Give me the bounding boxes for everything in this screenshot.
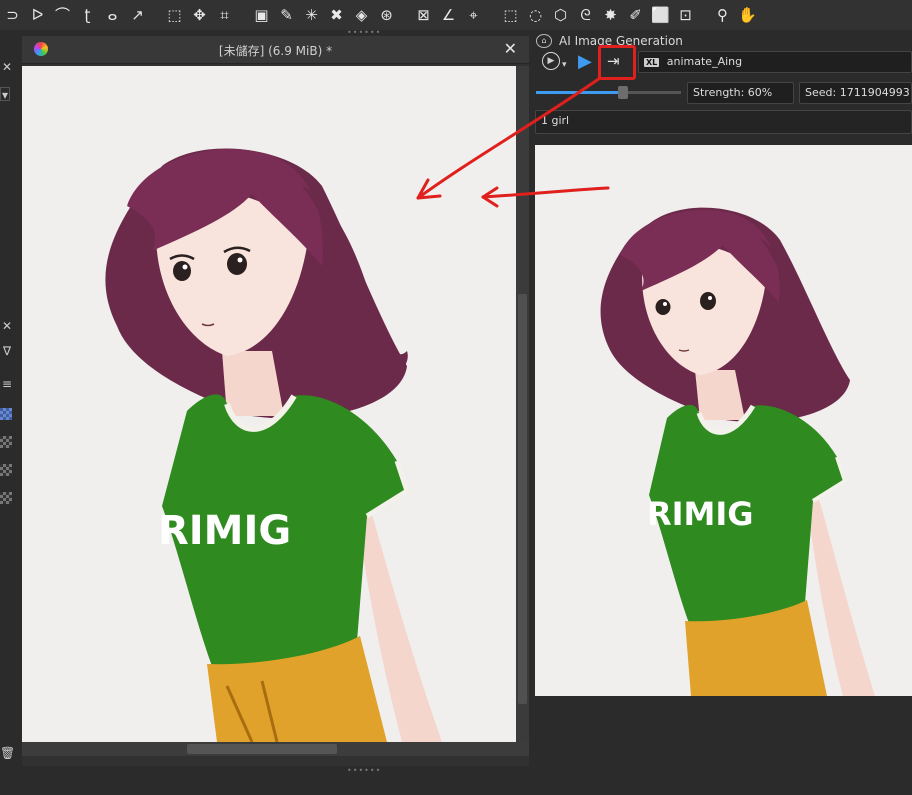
prompt-input[interactable]: 1 girl — [535, 110, 912, 134]
pan-icon[interactable]: ✋ — [737, 5, 758, 26]
reference-image-icon[interactable]: ⌖ — [463, 5, 484, 26]
close-docker-icon-2[interactable]: ✕ — [0, 319, 14, 333]
model-badge: XL — [644, 58, 660, 67]
polyline-icon[interactable]: ᐅ — [27, 5, 48, 26]
model-name: animate_Aing — [666, 55, 743, 68]
layer-thumb-selected[interactable] — [0, 408, 12, 420]
filter-icon[interactable]: ∇ — [0, 344, 14, 358]
layer-thumb[interactable] — [0, 492, 12, 504]
trash-icon[interactable]: 🗑 — [0, 746, 15, 760]
freehand-select-icon[interactable]: ᘓ — [575, 5, 596, 26]
docker-dropdown-icon[interactable]: ▾ — [0, 87, 10, 102]
generate-button[interactable]: ▶ — [578, 51, 592, 72]
measure-icon[interactable]: ∠ — [438, 5, 459, 26]
scrollbar-thumb[interactable] — [518, 294, 527, 704]
contiguous-select-icon[interactable]: ✸ — [600, 5, 621, 26]
mode-dropdown-icon[interactable]: ▾ — [562, 60, 567, 70]
strength-slider-handle[interactable] — [618, 86, 628, 99]
live-mode-icon[interactable]: ▶ — [542, 52, 560, 70]
fill-bucket-icon[interactable]: ◈ — [351, 5, 372, 26]
color-picker-icon[interactable]: ✎ — [276, 5, 297, 26]
horizontal-scrollbar[interactable] — [22, 742, 529, 756]
close-document-icon[interactable]: ✕ — [504, 39, 517, 58]
lock-icon[interactable]: ⌂ — [536, 34, 552, 48]
strength-slider-fill — [536, 91, 623, 94]
menu-icon[interactable]: ≡ — [0, 377, 14, 391]
assistant-icon[interactable]: ⊠ — [413, 5, 434, 26]
canvas[interactable]: RIMIG — [22, 66, 516, 742]
preview-shirt-text: RIMIG — [647, 495, 754, 533]
multibrush-icon[interactable]: ↗ — [127, 5, 148, 26]
dynamic-brush-icon[interactable]: ⴰ — [102, 5, 123, 26]
close-docker-icon[interactable]: ✕ — [0, 60, 14, 74]
drag-grip[interactable]: •••••• — [347, 29, 381, 37]
bezier-curve-icon[interactable]: ⌒ — [52, 5, 73, 26]
bezier-select-icon[interactable]: ⬜ — [650, 5, 671, 26]
enclose-fill-icon[interactable]: ✖ — [326, 5, 347, 26]
model-select[interactable]: XL animate_Aing — [638, 51, 912, 73]
transform-icon[interactable]: ⬚ — [164, 5, 185, 26]
layer-thumb[interactable] — [0, 436, 12, 448]
gradient-icon[interactable]: ▣ — [251, 5, 272, 26]
magnetic-select-icon[interactable]: ⊡ — [675, 5, 696, 26]
freehand-path-icon[interactable]: ⊃ — [2, 5, 23, 26]
strength-field[interactable]: Strength: 60% — [687, 82, 794, 104]
highlight-box — [598, 45, 636, 80]
smart-patch-icon[interactable]: ✳ — [301, 5, 322, 26]
layer-thumb[interactable] — [0, 464, 12, 476]
document-window: [未儲存] (6.9 MiB) * ✕ RIMIG — [22, 36, 529, 766]
tool-options-toolbar: ⊃ ᐅ ⌒ ʈ ⴰ ↗ ⬚ ✥ ⌗ ▣ ✎ ✳ ✖ ◈ ⊛ ⊠ ∠ ⌖ ⬚ ◌ ⬡ ᘓ ✸ ✐ ⬜ ⊡ ⚲ ✋ — [0, 0, 912, 30]
rect-select-icon[interactable]: ⬚ — [500, 5, 521, 26]
strength-slider[interactable] — [536, 86, 681, 99]
canvas-artwork: RIMIG — [105, 148, 442, 742]
crop-icon[interactable]: ⌗ — [214, 5, 235, 26]
colorize-mask-icon[interactable]: ⊛ — [376, 5, 397, 26]
move-icon[interactable]: ✥ — [189, 5, 210, 26]
similar-select-icon[interactable]: ✐ — [625, 5, 646, 26]
left-docker-strip: ✕ ▾ ✕ ∇ ≡ 🗑 — [0, 32, 22, 795]
hscrollbar-thumb[interactable] — [187, 744, 337, 754]
vertical-scrollbar[interactable] — [516, 66, 529, 742]
preview-artwork: RIMIG — [600, 207, 875, 696]
ellipse-select-icon[interactable]: ◌ — [525, 5, 546, 26]
ai-image-generation-docker: ⌂ AI Image Generation ▶ ▾ ▶ ⇥ XL animate… — [530, 30, 912, 795]
seed-field[interactable]: Seed: 1711904993 — [799, 82, 912, 104]
document-title: [未儲存] (6.9 MiB) * — [218, 44, 333, 58]
drag-grip-bottom[interactable]: •••••• — [347, 767, 381, 775]
zoom-icon[interactable]: ⚲ — [712, 5, 733, 26]
generated-preview[interactable]: RIMIG — [535, 145, 912, 696]
shirt-text: RIMIG — [158, 508, 291, 554]
polygon-select-icon[interactable]: ⬡ — [550, 5, 571, 26]
document-titlebar: [未儲存] (6.9 MiB) * ✕ — [22, 36, 529, 64]
freehand-curve-icon[interactable]: ʈ — [77, 5, 98, 26]
